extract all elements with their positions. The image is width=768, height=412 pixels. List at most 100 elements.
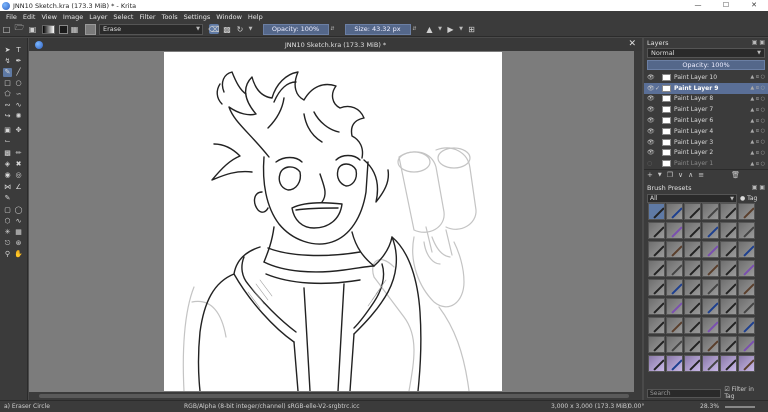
menu-settings[interactable]: Settings — [181, 13, 214, 21]
brush-preset-tile[interactable] — [648, 355, 665, 372]
brush-preset-tile[interactable] — [666, 317, 683, 334]
brush-preset-tile[interactable] — [666, 298, 683, 315]
layer-opacity-slider[interactable]: Opacity: 100% — [647, 60, 765, 70]
menu-file[interactable]: File — [3, 13, 20, 21]
brush-preset-tile[interactable] — [648, 317, 665, 334]
brush-preset-tile[interactable] — [684, 260, 701, 277]
magnetic-select-icon[interactable]: ⊛ — [14, 239, 23, 248]
bezier-tool-icon[interactable]: ∾ — [3, 101, 12, 110]
rotation-status[interactable]: 0.00° — [628, 403, 644, 410]
polygon-tool-icon[interactable]: ⬠ — [3, 90, 12, 99]
visibility-eye-icon[interactable]: ○ — [647, 160, 655, 167]
layer-properties-icon[interactable]: ▲ α ○ — [750, 118, 768, 124]
line-tool-icon[interactable]: ╱ — [14, 68, 23, 77]
brush-preset-tile[interactable] — [720, 260, 737, 277]
visibility-eye-icon[interactable]: 👁 — [647, 85, 655, 92]
layer-row[interactable]: 👁 Paint Layer 2 ▲ α ○ — [644, 148, 768, 159]
layer-row[interactable]: 👁 Paint Layer 3 ▲ α ○ — [644, 137, 768, 148]
smart-patch-icon[interactable]: ✖ — [14, 160, 23, 169]
brush-tag-select[interactable]: All ▼ — [647, 194, 737, 204]
layer-row[interactable]: 👁 Paint Layer 7 ▲ α ○ — [644, 104, 768, 115]
save-document-icon[interactable]: ▣ — [28, 24, 38, 34]
minimize-button[interactable]: — — [684, 0, 712, 11]
menu-select[interactable]: Select — [110, 13, 136, 21]
similar-select-icon[interactable]: ▦ — [14, 228, 23, 237]
layer-properties-icon[interactable]: ▲ α ○ — [750, 74, 768, 80]
move-layer-down-icon[interactable]: ∨ — [678, 171, 683, 179]
freehand-select-icon[interactable]: ∿ — [14, 217, 23, 226]
brush-preset-tile[interactable] — [720, 279, 737, 296]
brush-preset-tile[interactable] — [666, 279, 683, 296]
brush-preset-tile[interactable] — [648, 203, 665, 220]
dynamic-brush-icon[interactable]: ↪ — [3, 112, 12, 121]
chevron-down-icon[interactable]: ▼ — [247, 26, 255, 32]
opacity-spin-icon[interactable]: ⇵ — [329, 26, 337, 32]
brush-preset-tile[interactable] — [720, 241, 737, 258]
brush-preset-tile[interactable] — [738, 355, 755, 372]
menu-tools[interactable]: Tools — [159, 13, 181, 21]
document-tab[interactable]: JNN10 Sketch.kra (173.3 MiB) * ✕ — [29, 38, 642, 51]
layer-row[interactable]: 👁 Paint Layer 10 ▲ α ○ — [644, 72, 768, 83]
crop-tool-icon[interactable]: ⌙ — [3, 137, 12, 146]
size-spin-icon[interactable]: ⇵ — [411, 26, 419, 32]
brush-preset-tile[interactable] — [648, 336, 665, 353]
tag-button[interactable]: ● Tag — [740, 195, 757, 202]
brush-preset-tile[interactable] — [702, 298, 719, 315]
transform-tool-icon[interactable]: ▣ — [3, 126, 12, 135]
brush-search-input[interactable]: Search — [647, 388, 722, 398]
layer-properties-icon[interactable]: ▲ α ○ — [750, 107, 768, 113]
layer-properties-icon[interactable]: ▲ α ○ — [750, 85, 768, 91]
layer-properties-menu-icon[interactable]: ≡ — [698, 171, 704, 179]
multibrush-icon[interactable]: ✺ — [14, 112, 23, 121]
brush-preset-tile[interactable] — [666, 241, 683, 258]
brush-preset-tile[interactable] — [684, 317, 701, 334]
brush-preset-thumbnail[interactable] — [85, 23, 96, 35]
close-window-button[interactable]: ✕ — [740, 0, 768, 11]
contiguous-select-icon[interactable]: ✳ — [3, 228, 12, 237]
colorize-mask-icon[interactable]: ◈ — [3, 160, 12, 169]
gradient-swatch[interactable] — [42, 24, 55, 34]
brush-preset-tile[interactable] — [666, 203, 683, 220]
vertical-scrollbar[interactable] — [634, 51, 642, 392]
brush-preset-tile[interactable] — [720, 203, 737, 220]
mirror-vertical-icon[interactable]: ▶ — [446, 24, 456, 34]
opacity-slider[interactable]: Opacity: 100% — [262, 23, 329, 35]
brush-preset-tile[interactable] — [738, 222, 755, 239]
chevron-down-icon[interactable]: ▼ — [658, 172, 662, 178]
polyline-tool-icon[interactable]: ∽ — [14, 90, 23, 99]
menu-view[interactable]: View — [38, 13, 59, 21]
current-brush-status[interactable]: a) Eraser Circle — [4, 403, 50, 410]
color-picker-icon[interactable]: ✏ — [14, 149, 23, 158]
layer-row-selected[interactable]: 👁 ✓ Paint Layer 9 ▲ α ○ — [644, 82, 768, 94]
visibility-eye-icon[interactable]: 👁 — [647, 95, 655, 102]
layer-properties-icon[interactable]: ▲ α ○ — [750, 161, 768, 167]
layer-row[interactable]: ○ Paint Layer 1 ▲ α ○ — [644, 158, 768, 169]
brush-preset-tile[interactable] — [702, 355, 719, 372]
brush-preset-tile[interactable] — [738, 336, 755, 353]
horizontal-scroll-thumb[interactable] — [39, 394, 629, 398]
brush-preset-tile[interactable] — [702, 260, 719, 277]
move-layer-up-icon[interactable]: ∧ — [688, 171, 693, 179]
brush-preset-tile[interactable] — [738, 317, 755, 334]
drawing-canvas[interactable] — [164, 52, 502, 391]
dock-float-close-icon[interactable]: ▣ ▣ — [752, 39, 768, 46]
open-document-icon[interactable]: 🗁 — [15, 23, 25, 34]
brush-preset-tile[interactable] — [720, 222, 737, 239]
edit-shapes-icon[interactable]: ↯ — [3, 57, 12, 66]
wrap-around-icon[interactable]: ⊞ — [467, 24, 477, 34]
brush-preset-tile[interactable] — [684, 355, 701, 372]
gradient-tool-icon[interactable]: ▩ — [3, 149, 12, 158]
visibility-eye-icon[interactable]: 👁 — [647, 74, 655, 81]
zoom-slider[interactable] — [725, 406, 755, 408]
menu-edit[interactable]: Edit — [20, 13, 39, 21]
preserve-alpha-icon[interactable]: ▩ — [222, 24, 232, 34]
brush-preset-tile[interactable] — [684, 222, 701, 239]
brush-preset-tile[interactable] — [648, 279, 665, 296]
brush-preset-tile[interactable] — [648, 260, 665, 277]
mirror-horizontal-icon[interactable]: ▲ — [425, 24, 435, 34]
brush-preset-tile[interactable] — [702, 203, 719, 220]
brush-preset-tile[interactable] — [702, 317, 719, 334]
layer-properties-icon[interactable]: ▲ α ○ — [750, 139, 768, 145]
layer-row[interactable]: 👁 Paint Layer 4 ▲ α ○ — [644, 126, 768, 137]
brush-preset-tile[interactable] — [684, 279, 701, 296]
